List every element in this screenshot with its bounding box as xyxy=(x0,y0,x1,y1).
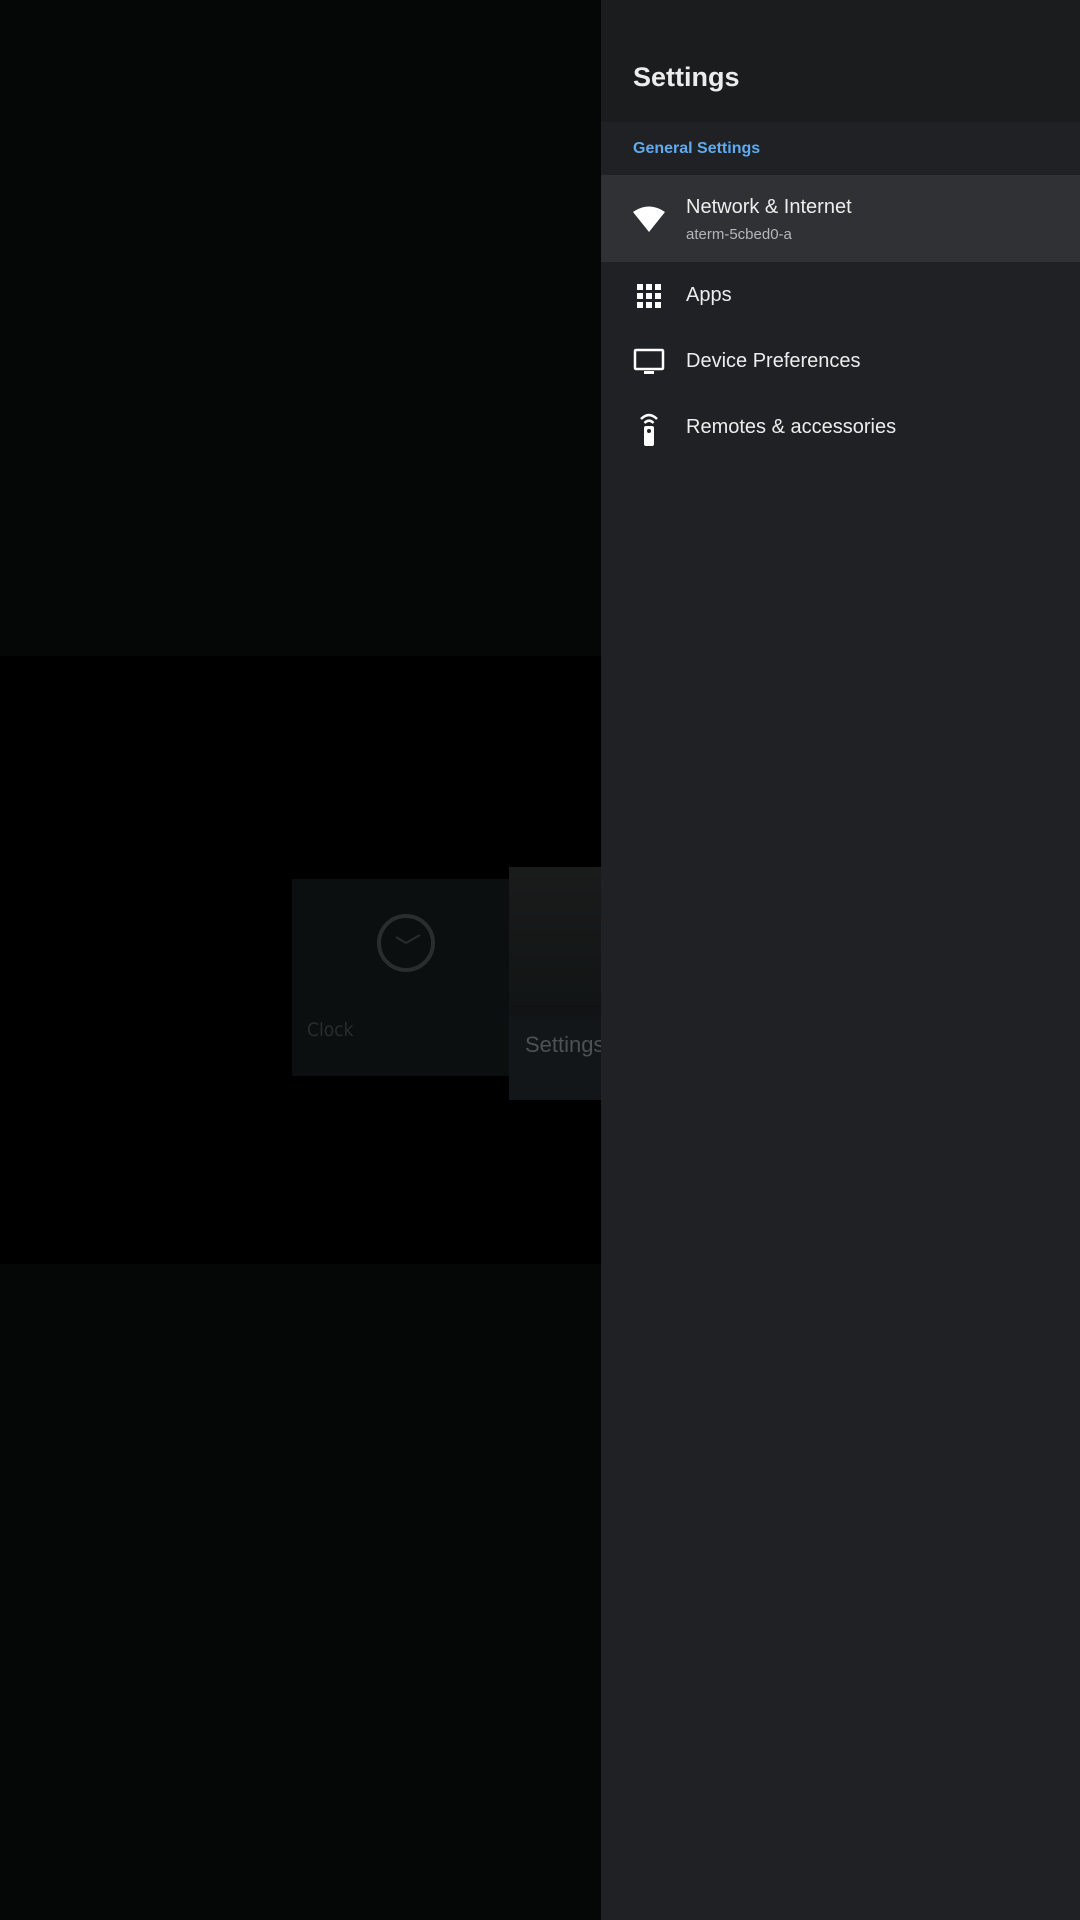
settings-item-label: Remotes & accessories xyxy=(686,416,897,438)
clock-icon xyxy=(377,914,435,972)
settings-item-label: Device Preferences xyxy=(686,350,861,372)
app-tile-banner xyxy=(509,867,601,1017)
settings-panel: Settings General Settings Network & Inte… xyxy=(601,0,1080,1920)
app-tile-label: Settings xyxy=(525,1032,601,1057)
remote-icon xyxy=(640,413,658,446)
section-header-general: General Settings xyxy=(633,140,761,157)
launcher-bottom-band xyxy=(0,1264,601,1920)
settings-item-network[interactable]: Network & Internet aterm-5cbed0-a xyxy=(601,175,1080,262)
launcher-background: Clock Settings xyxy=(0,0,601,1920)
settings-item-label: Apps xyxy=(686,284,732,306)
settings-item-apps[interactable]: Apps xyxy=(601,263,1080,329)
apps-grid-icon xyxy=(637,284,661,308)
settings-item-remotes[interactable]: Remotes & accessories xyxy=(601,395,1080,461)
app-tile-clock[interactable]: Clock xyxy=(292,879,510,1076)
settings-item-device-preferences[interactable]: Device Preferences xyxy=(601,329,1080,395)
app-tile-label: Clock xyxy=(307,1019,354,1041)
app-tile-footer xyxy=(509,1017,601,1100)
settings-item-sublabel: aterm-5cbed0-a xyxy=(686,226,792,243)
page-title: Settings xyxy=(633,62,740,92)
tv-icon xyxy=(633,348,665,374)
launcher-top-band xyxy=(0,0,601,656)
settings-item-label: Network & Internet xyxy=(686,196,852,218)
app-tile-settings[interactable]: Settings xyxy=(509,867,601,1100)
wifi-icon xyxy=(633,206,665,232)
settings-header: Settings xyxy=(601,0,1080,122)
